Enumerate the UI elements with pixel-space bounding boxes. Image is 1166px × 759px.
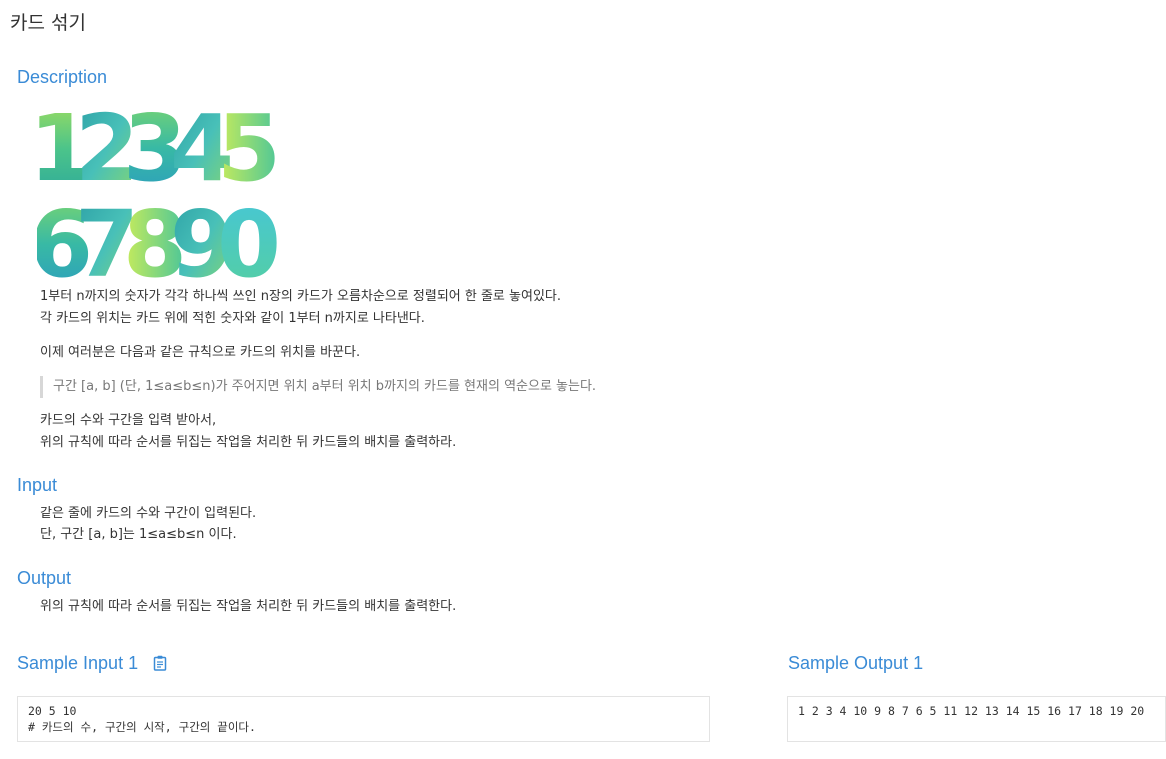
sample-input-line-1: 20 5 10 [28, 704, 77, 718]
problem-page: 카드 섞기 Description 1 2 3 4 5 6 7 8 9 0 1부… [0, 0, 1166, 759]
description-line-1: 1부터 n까지의 숫자가 각각 하나씩 쓰인 n장의 카드가 오름차순으로 정렬… [40, 289, 561, 304]
clipboard-icon[interactable] [153, 655, 167, 671]
sample-input-box: 20 5 10 # 카드의 수, 구간의 시작, 구간의 끝이다. [17, 696, 710, 742]
description-line-3: 이제 여러분은 다음과 같은 규칙으로 카드의 위치를 바꾼다. [40, 345, 361, 360]
input-line-1: 같은 줄에 카드의 수와 구간이 입력된다. [40, 506, 257, 521]
digit-0: 0 [217, 191, 281, 282]
digit-5: 5 [217, 96, 281, 202]
sample-output-line-1: 1 2 3 4 10 9 8 7 6 5 11 12 13 14 15 16 1… [798, 704, 1145, 718]
numbers-image: 1 2 3 4 5 6 7 8 9 0 [37, 96, 281, 282]
output-line-1: 위의 규칙에 따라 순서를 뒤집는 작업을 처리한 뒤 카드들의 배치를 출력한… [40, 599, 457, 614]
page-title: 카드 섞기 [10, 12, 86, 34]
input-heading: Input [17, 475, 58, 495]
rule-blockquote: 구간 [a, b] (단, 1≤a≤b≤n)가 주어지면 위치 a부터 위치 b… [40, 376, 596, 398]
description-line-5: 위의 규칙에 따라 순서를 뒤집는 작업을 처리한 뒤 카드들의 배치를 출력하… [40, 435, 457, 450]
output-heading: Output [17, 568, 72, 588]
description-line-2: 각 카드의 위치는 카드 위에 적힌 숫자와 같이 1부터 n까지로 나타낸다. [40, 311, 425, 326]
input-line-2: 단, 구간 [a, b]는 1≤a≤b≤n 이다. [40, 527, 237, 542]
sample-input-line-2: # 카드의 수, 구간의 시작, 구간의 끝이다. [28, 720, 256, 734]
sample-input-title: Sample Input 1 [17, 653, 139, 673]
description-heading: Description [17, 67, 108, 87]
sample-input-heading: Sample Input 1 [17, 653, 167, 674]
sample-output-box: 1 2 3 4 10 9 8 7 6 5 11 12 13 14 15 16 1… [787, 696, 1166, 742]
description-line-4: 카드의 수와 구간을 입력 받아서, [40, 413, 217, 428]
sample-output-heading: Sample Output 1 [788, 653, 924, 673]
